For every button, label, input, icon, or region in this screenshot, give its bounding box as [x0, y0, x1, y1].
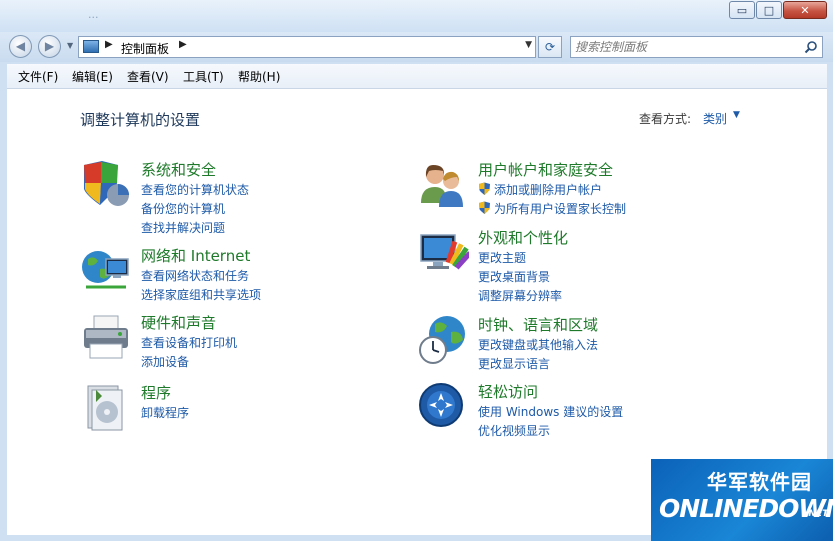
- users-icon[interactable]: [417, 159, 469, 211]
- address-bar[interactable]: ▶ 控制面板 ▶ ▼: [78, 36, 536, 58]
- window-controls: ▭ □ ✕: [729, 1, 827, 19]
- category-title[interactable]: 轻松访问: [478, 381, 538, 402]
- menu-help[interactable]: 帮助(H): [238, 68, 280, 85]
- search-input[interactable]: [575, 39, 795, 55]
- menu-file[interactable]: 文件(F): [18, 68, 58, 85]
- page-title: 调整计算机的设置: [80, 111, 201, 129]
- link-windows-recommended-settings[interactable]: 使用 Windows 建议的设置: [478, 403, 623, 420]
- menu-view[interactable]: 查看(V): [127, 68, 169, 85]
- breadcrumb-control-panel[interactable]: 控制面板: [121, 40, 169, 57]
- link-uninstall-program[interactable]: 卸载程序: [141, 404, 189, 421]
- watermark-cn-text: 华军软件园: [707, 470, 812, 494]
- link-keyboard-input[interactable]: 更改键盘或其他输入法: [478, 336, 598, 353]
- link-desktop-background[interactable]: 更改桌面背景: [478, 268, 550, 285]
- navigation-bar: ◀ ▶ ▼ ▶ 控制面板 ▶ ▼ ⟳: [0, 32, 833, 62]
- link-optimize-video-display[interactable]: 优化视频显示: [478, 422, 550, 439]
- forward-button[interactable]: ▶: [38, 35, 61, 58]
- link-find-fix-problems[interactable]: 查找并解决问题: [141, 219, 225, 236]
- monitor-palette-icon[interactable]: [417, 227, 469, 279]
- category-title[interactable]: 时钟、语言和区域: [478, 314, 598, 335]
- link-screen-resolution[interactable]: 调整屏幕分辨率: [478, 287, 562, 304]
- link-change-theme[interactable]: 更改主题: [478, 249, 526, 266]
- uac-shield-icon: [479, 201, 490, 214]
- search-box[interactable]: [570, 36, 823, 58]
- network-globe-icon[interactable]: [80, 245, 132, 297]
- address-dropdown-icon[interactable]: ▼: [525, 40, 532, 50]
- shield-computer-icon[interactable]: [80, 159, 132, 211]
- category-title[interactable]: 系统和安全: [141, 159, 216, 180]
- link-parental-controls[interactable]: 为所有用户设置家长控制: [478, 200, 626, 217]
- category-title[interactable]: 外观和个性化: [478, 227, 568, 248]
- category-title[interactable]: 程序: [141, 382, 171, 403]
- link-view-computer-status[interactable]: 查看您的计算机状态: [141, 181, 249, 198]
- watermark-logo: 华军软件园 ONLINEDOWN .NET: [651, 459, 833, 541]
- category-title[interactable]: 用户帐户和家庭安全: [478, 159, 613, 180]
- link-label: 添加或删除用户帐户: [494, 183, 603, 197]
- view-by-dropdown[interactable]: 类别: [703, 110, 727, 127]
- window-title: ...: [88, 8, 99, 21]
- close-button[interactable]: ✕: [783, 1, 827, 19]
- clock-globe-icon[interactable]: [417, 314, 469, 366]
- watermark-net-text: .NET: [805, 509, 829, 519]
- category-title[interactable]: 网络和 Internet: [141, 245, 250, 266]
- breadcrumb-arrow-icon[interactable]: ▶: [105, 39, 113, 50]
- link-add-device[interactable]: 添加设备: [141, 353, 189, 370]
- ease-of-access-icon[interactable]: [417, 381, 469, 433]
- link-label: 为所有用户设置家长控制: [494, 202, 627, 216]
- maximize-button[interactable]: □: [756, 1, 782, 19]
- menu-bar: 文件(F) 编辑(E) 查看(V) 工具(T) 帮助(H): [7, 64, 827, 89]
- menu-edit[interactable]: 编辑(E): [72, 68, 113, 85]
- title-bar: ... ▭ □ ✕: [0, 0, 833, 32]
- minimize-button[interactable]: ▭: [729, 1, 755, 19]
- search-icon[interactable]: [804, 40, 818, 54]
- view-by-label: 查看方式:: [639, 112, 692, 126]
- refresh-button[interactable]: ⟳: [538, 36, 562, 58]
- printer-icon[interactable]: [80, 312, 132, 364]
- link-display-language[interactable]: 更改显示语言: [478, 355, 550, 372]
- recent-pages-dropdown[interactable]: ▼: [67, 41, 73, 50]
- link-backup-computer[interactable]: 备份您的计算机: [141, 200, 225, 217]
- link-add-remove-users[interactable]: 添加或删除用户帐户: [478, 181, 602, 198]
- programs-icon[interactable]: [80, 382, 132, 434]
- category-title[interactable]: 硬件和声音: [141, 312, 216, 333]
- breadcrumb-arrow-icon[interactable]: ▶: [179, 39, 187, 50]
- control-panel-icon: [83, 40, 99, 53]
- link-devices-printers[interactable]: 查看设备和打印机: [141, 334, 237, 351]
- uac-shield-icon: [479, 182, 490, 195]
- back-button[interactable]: ◀: [9, 35, 32, 58]
- link-homegroup-sharing[interactable]: 选择家庭组和共享选项: [141, 286, 261, 303]
- chevron-down-icon[interactable]: ▼: [733, 110, 740, 120]
- menu-tools[interactable]: 工具(T): [183, 68, 224, 85]
- link-network-status[interactable]: 查看网络状态和任务: [141, 267, 249, 284]
